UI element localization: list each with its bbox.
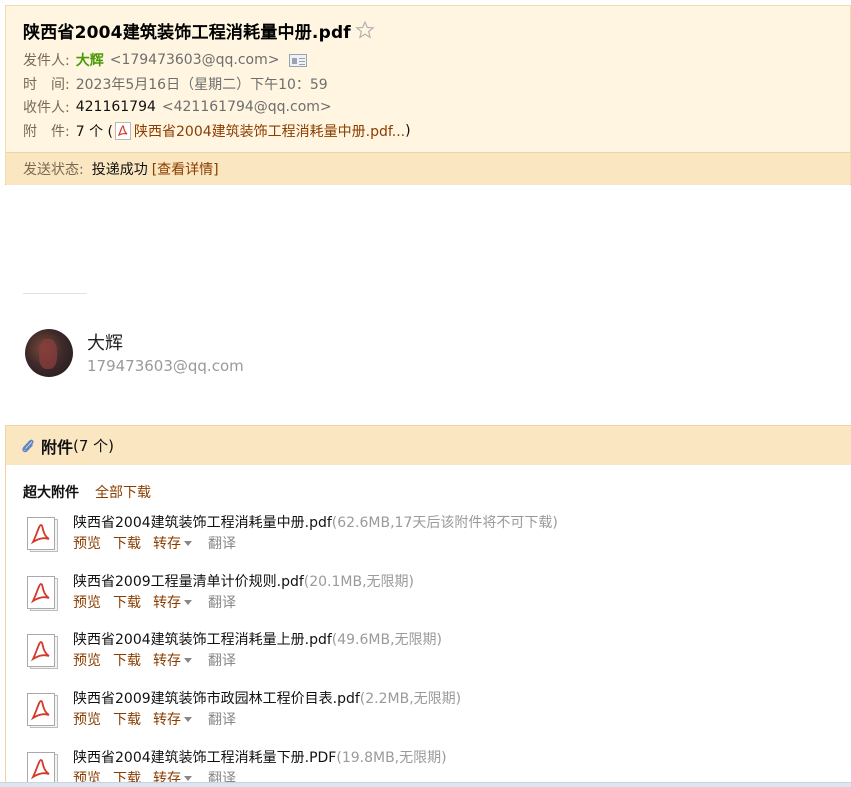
- chevron-down-icon: [184, 716, 192, 722]
- save-to-dropdown[interactable]: 转存: [153, 650, 192, 670]
- attachment-row: 陕西省2004建筑装饰工程消耗量上册.pdf(49.6MB,无限期) 预览 下载…: [24, 629, 824, 679]
- save-to-label: 转存: [153, 653, 181, 669]
- attachment-name[interactable]: 陕西省2004建筑装饰工程消耗量中册.pdf(62.6MB,17天后该附件将不可…: [73, 512, 558, 532]
- contact-card-icon[interactable]: [289, 53, 308, 67]
- sender-email[interactable]: <179473603@qq.com>: [110, 52, 280, 68]
- attachment-first-link[interactable]: 陕西省2004建筑装饰工程消耗量中册.pdf...: [134, 121, 405, 141]
- attachment-filename[interactable]: 陕西省2009建筑装饰市政园林工程价目表.pdf: [73, 691, 360, 707]
- attachment-row: 陕西省2009建筑装饰市政园林工程价目表.pdf(2.2MB,无限期) 预览 下…: [24, 688, 824, 738]
- subject-row: 陕西省2004建筑装饰工程消耗量中册.pdf: [23, 18, 375, 43]
- save-to-label: 转存: [153, 712, 181, 728]
- super-attachment-label: 超大附件: [23, 485, 79, 501]
- attachment-row: 陕西省2004建筑装饰工程消耗量下册.PDF(19.8MB,无限期) 预览 下载…: [24, 747, 824, 787]
- avatar: [25, 329, 73, 377]
- attachment-meta: (20.1MB,无限期): [303, 574, 415, 590]
- attachment-meta: (49.6MB,无限期): [331, 632, 443, 648]
- pdf-icon: [115, 122, 131, 140]
- star-outline-icon[interactable]: [355, 20, 375, 40]
- to-label: 收件人:: [23, 100, 70, 116]
- time-label: 时 间:: [23, 77, 70, 93]
- time-row: 时 间: 2023年5月16日（星期二）下午10：59: [23, 74, 328, 94]
- preview-link[interactable]: 预览: [73, 592, 101, 612]
- chevron-down-icon: [184, 540, 192, 546]
- attachment-close: ): [405, 123, 411, 139]
- signature-email: 179473603@qq.com: [87, 357, 244, 375]
- attachment-meta: (19.8MB,无限期): [336, 750, 447, 766]
- attachment-actions: 预览 下载 转存 翻译: [73, 709, 236, 729]
- download-link[interactable]: 下载: [113, 592, 141, 612]
- from-row: 发件人: 大辉 <179473603@qq.com>: [23, 50, 308, 70]
- to-row: 收件人: 421161794 <421161794@qq.com>: [23, 97, 332, 117]
- translate-link[interactable]: 翻译: [208, 650, 236, 670]
- preview-link[interactable]: 预览: [73, 533, 101, 553]
- attachments-subheader: 超大附件 全部下载: [23, 482, 151, 502]
- attachment-filename[interactable]: 陕西省2009工程量清单计价规则.pdf: [73, 574, 304, 590]
- from-label: 发件人:: [23, 53, 70, 69]
- download-link[interactable]: 下载: [113, 533, 141, 553]
- save-to-label: 转存: [153, 595, 181, 611]
- pdf-file-icon: [27, 576, 58, 611]
- recipient-name[interactable]: 421161794: [76, 99, 156, 115]
- attachments-header: 附件 (7 个): [6, 426, 851, 465]
- signature-name: 大辉: [87, 333, 123, 354]
- attachment-count: 7 个 (: [75, 124, 113, 140]
- attachment-row: 附 件: 7 个 ( 陕西省2004建筑装饰工程消耗量中册.pdf... ): [23, 121, 411, 141]
- attachment-row: 陕西省2004建筑装饰工程消耗量中册.pdf(62.6MB,17天后该附件将不可…: [24, 512, 824, 562]
- attachment-filename[interactable]: 陕西省2004建筑装饰工程消耗量中册.pdf: [73, 515, 332, 531]
- download-all-link[interactable]: 全部下载: [95, 482, 151, 502]
- paperclip-icon: [22, 439, 34, 452]
- attachments-title: 附件: [41, 437, 74, 457]
- attachment-name[interactable]: 陕西省2004建筑装饰工程消耗量下册.PDF(19.8MB,无限期): [73, 747, 447, 767]
- attachments-panel: 附件 (7 个) 超大附件 全部下载 陕西省2004建筑装饰工程消耗量中册.pd…: [5, 425, 851, 787]
- attachment-name[interactable]: 陕西省2009工程量清单计价规则.pdf(20.1MB,无限期): [73, 571, 414, 591]
- save-to-label: 转存: [153, 536, 181, 552]
- sender-name[interactable]: 大辉: [76, 50, 104, 70]
- save-to-dropdown[interactable]: 转存: [153, 592, 192, 612]
- mail-header: 陕西省2004建筑装饰工程消耗量中册.pdf 发件人: 大辉 <17947360…: [5, 5, 851, 185]
- translate-link[interactable]: 翻译: [208, 592, 236, 612]
- download-link[interactable]: 下载: [113, 650, 141, 670]
- attachment-label: 附 件:: [23, 124, 70, 140]
- translate-link[interactable]: 翻译: [208, 709, 236, 729]
- preview-link[interactable]: 预览: [73, 709, 101, 729]
- save-to-dropdown[interactable]: 转存: [153, 533, 192, 553]
- attachment-meta: (62.6MB,17天后该附件将不可下载): [331, 515, 558, 531]
- status-label: 发送状态:: [23, 162, 84, 178]
- save-to-dropdown[interactable]: 转存: [153, 709, 192, 729]
- download-link[interactable]: 下载: [113, 709, 141, 729]
- attachment-actions: 预览 下载 转存 翻译: [73, 650, 236, 670]
- attachment-row: 陕西省2009工程量清单计价规则.pdf(20.1MB,无限期) 预览 下载 转…: [24, 571, 824, 621]
- attachment-meta: (2.2MB,无限期): [359, 691, 462, 707]
- attachment-filename[interactable]: 陕西省2004建筑装饰工程消耗量下册.PDF: [73, 750, 336, 766]
- attachment-name[interactable]: 陕西省2004建筑装饰工程消耗量上册.pdf(49.6MB,无限期): [73, 629, 442, 649]
- bottom-scroll-edge: [0, 782, 851, 787]
- pdf-file-icon: [27, 517, 58, 552]
- attachment-actions: 预览 下载 转存 翻译: [73, 592, 236, 612]
- chevron-down-icon: [184, 599, 192, 605]
- translate-link[interactable]: 翻译: [208, 533, 236, 553]
- attachments-count: (7 个): [73, 437, 115, 455]
- time-value: 2023年5月16日（星期二）下午10：59: [75, 77, 328, 93]
- delivery-status-bar: 发送状态: 投递成功 [查看详情]: [6, 152, 850, 185]
- attachment-name[interactable]: 陕西省2009建筑装饰市政园林工程价目表.pdf(2.2MB,无限期): [73, 688, 461, 708]
- body-divider: [23, 293, 87, 294]
- chevron-down-icon: [184, 657, 192, 663]
- recipient-email[interactable]: <421161794@qq.com>: [162, 99, 332, 115]
- attachment-filename[interactable]: 陕西省2004建筑装饰工程消耗量上册.pdf: [73, 632, 332, 648]
- preview-link[interactable]: 预览: [73, 650, 101, 670]
- chevron-down-icon: [184, 775, 192, 781]
- pdf-file-icon: [27, 634, 58, 669]
- mail-subject: 陕西省2004建筑装饰工程消耗量中册.pdf: [23, 22, 351, 43]
- pdf-file-icon: [27, 693, 58, 728]
- view-details-link[interactable]: [查看详情]: [152, 159, 219, 179]
- attachment-actions: 预览 下载 转存 翻译: [73, 533, 236, 553]
- status-value: 投递成功: [91, 162, 148, 178]
